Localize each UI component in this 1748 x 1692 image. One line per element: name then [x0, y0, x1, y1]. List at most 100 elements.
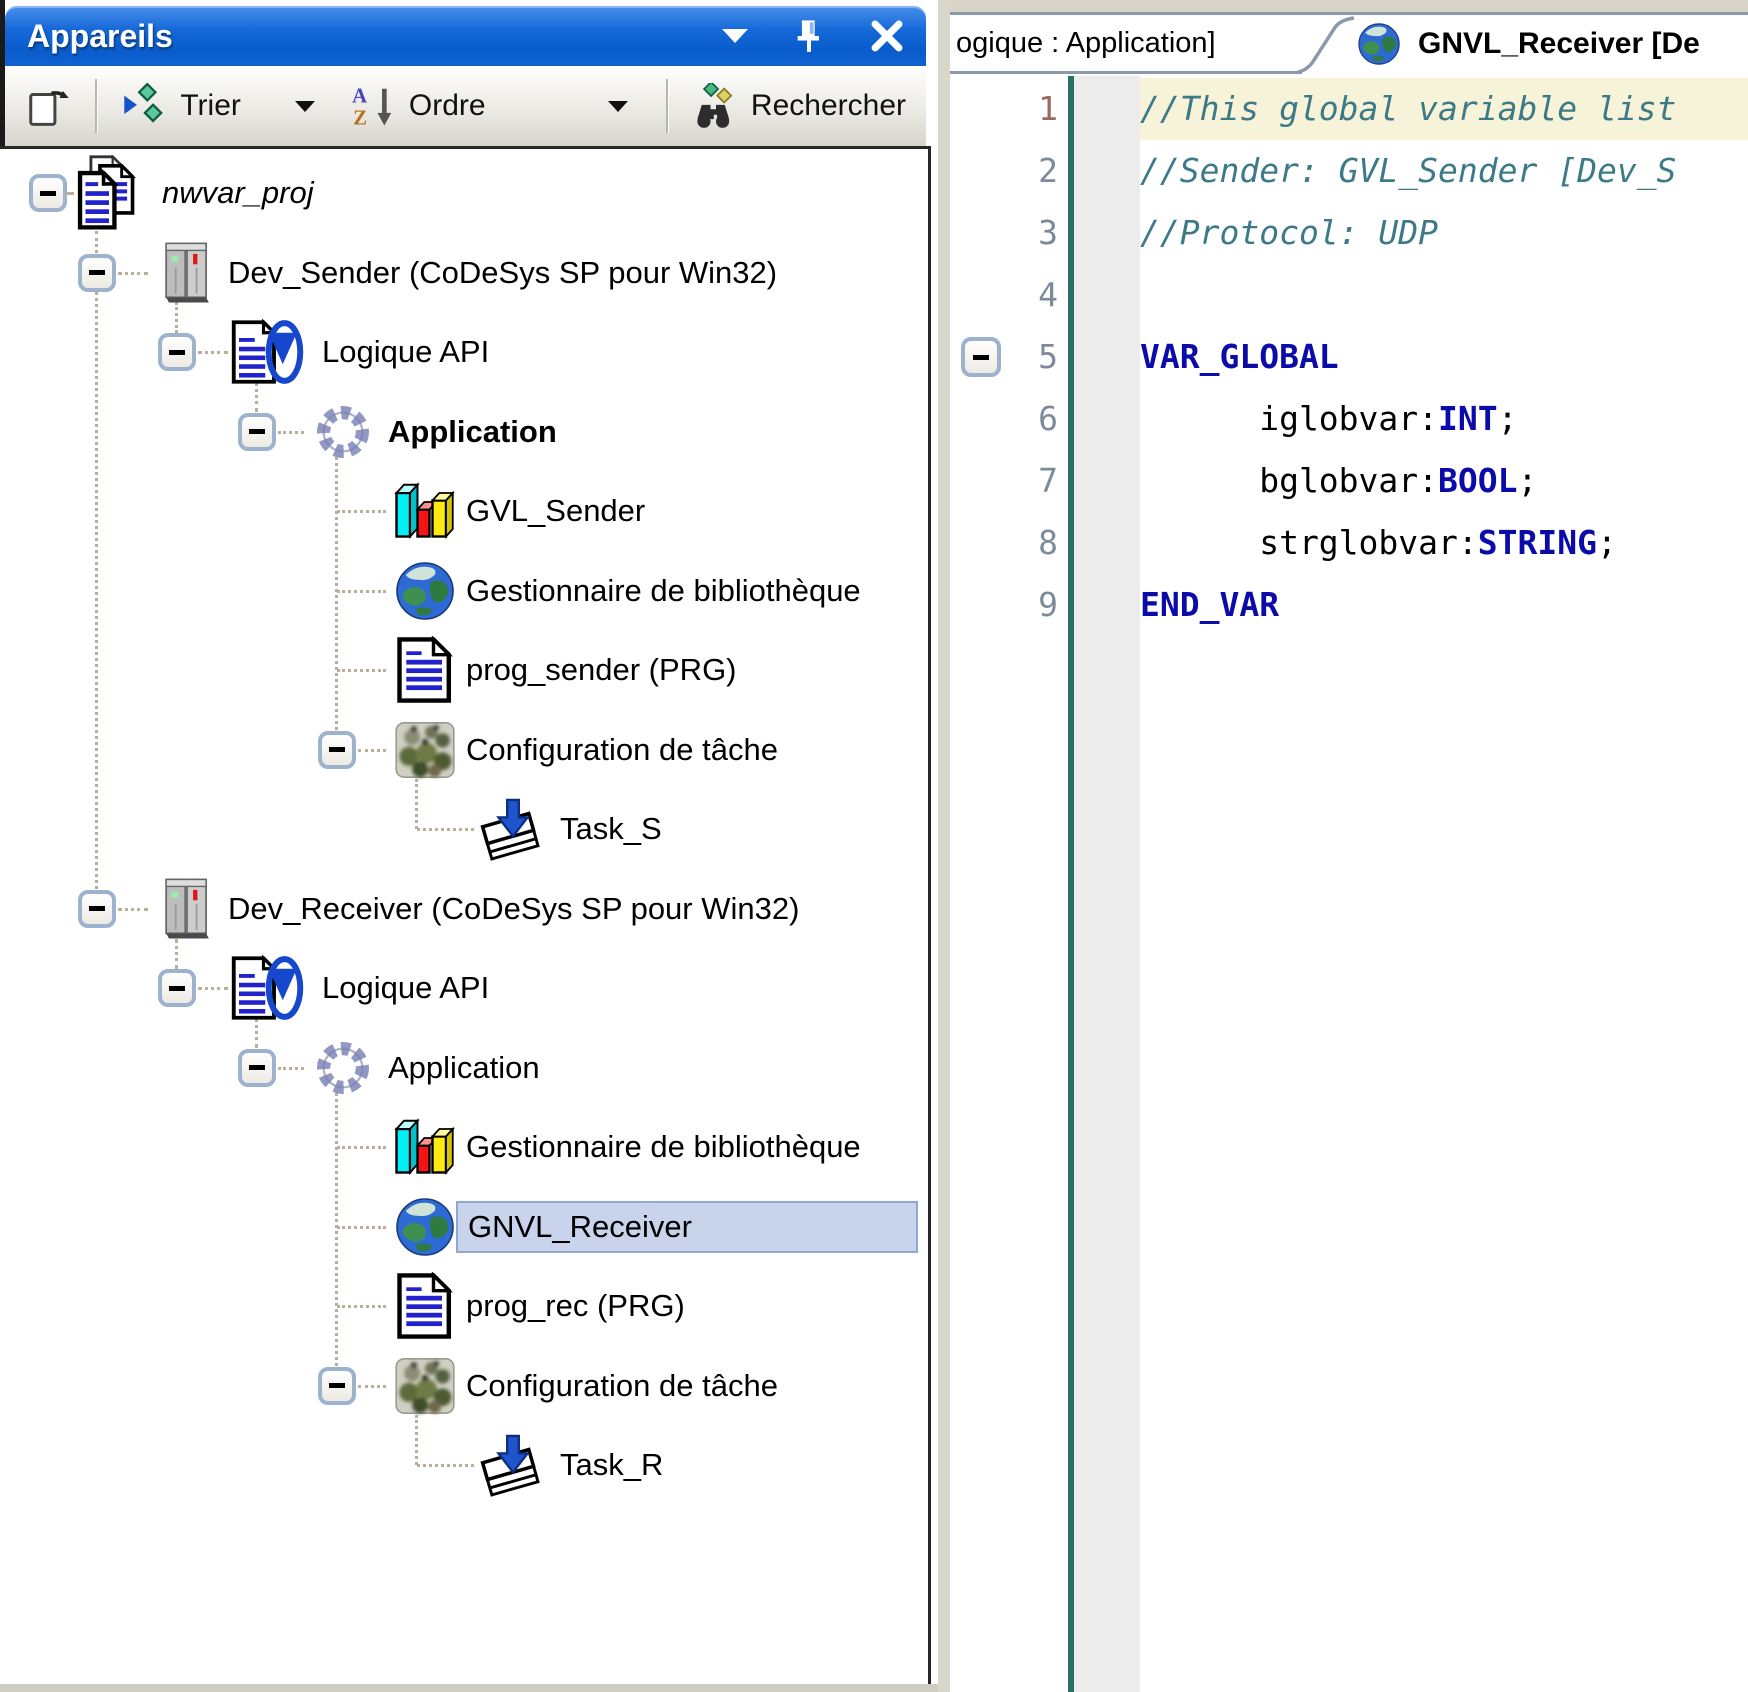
tree-item-label[interactable]: Logique API	[312, 328, 499, 376]
editor-panel: ogique : Application] GNVL_Receiver [De …	[938, 0, 1748, 1692]
order-dropdown-icon[interactable]	[608, 101, 628, 112]
gear-icon[interactable]	[306, 1030, 380, 1106]
search-button[interactable]: Rechercher	[683, 77, 916, 135]
bar-chart-icon[interactable]	[388, 473, 462, 549]
code-text[interactable]: //Protocol: UDP	[1140, 202, 1748, 264]
collapse-toggle-icon[interactable]	[318, 731, 356, 769]
tree-item-label[interactable]: GVL_Sender	[456, 487, 655, 535]
tree-connector-stub	[358, 1385, 386, 1388]
code-text[interactable]: bglobvar:BOOL;	[1140, 450, 1748, 512]
tree-connector-stub	[69, 192, 70, 195]
tree-item-label[interactable]: Task_S	[550, 805, 672, 853]
pin-icon[interactable]	[792, 16, 826, 56]
globe-icon	[1356, 21, 1402, 67]
tree-item-dev-receiver-codesys-sp-pour-win32: Dev_Receiver (CoDeSys SP pour Win32)	[0, 869, 924, 949]
globe-icon[interactable]	[388, 553, 462, 629]
tree-item-label[interactable]: Dev_Sender (CoDeSys SP pour Win32)	[218, 249, 787, 297]
tree-item-label[interactable]: nwvar_proj	[152, 169, 324, 217]
tree-connector-stub	[337, 669, 386, 672]
collapse-toggle-icon[interactable]	[238, 1049, 276, 1087]
task-icon[interactable]	[476, 1427, 550, 1503]
tree-connector-stub	[278, 431, 304, 434]
sort-dropdown-icon[interactable]	[295, 101, 315, 112]
close-icon[interactable]	[870, 19, 904, 53]
collapse-toggle-icon[interactable]	[318, 1367, 356, 1405]
tree-item-label[interactable]: prog_sender (PRG)	[456, 646, 747, 694]
tree-item-label[interactable]: Configuration de tâche	[456, 1362, 788, 1410]
code-segment-plain: iglobvar:	[1140, 399, 1438, 438]
code-line-7[interactable]: 7 bglobvar:BOOL;	[950, 450, 1748, 512]
code-text[interactable]	[1140, 264, 1748, 326]
devices-panel-titlebar[interactable]: Appareils	[5, 6, 926, 66]
tree-connector-stub	[417, 1464, 474, 1467]
collapse-toggle-icon[interactable]	[78, 890, 116, 928]
collapse-toggle-icon[interactable]	[158, 969, 196, 1007]
tree-connector-stub	[278, 1067, 304, 1070]
tree-connector-stub	[417, 828, 474, 831]
tree-item-label[interactable]: prog_rec (PRG)	[456, 1282, 695, 1330]
tab-gnvl-receiver[interactable]: GNVL_Receiver [De	[1356, 15, 1748, 72]
tree-item-label[interactable]: Gestionnaire de bibliothèque	[456, 1123, 871, 1171]
tree-item-label[interactable]: Gestionnaire de bibliothèque	[456, 567, 871, 615]
tab-label: GNVL_Receiver [De	[1418, 27, 1700, 61]
order-button[interactable]: AZ Ordre	[341, 77, 638, 135]
tab-logique-application[interactable]: ogique : Application]	[950, 15, 1306, 72]
code-text[interactable]: //This global variable list	[1140, 78, 1748, 140]
devices-tree: nwvar_proj Dev_Sender (CoDeSys SP pour Wi…	[0, 146, 931, 1684]
toolbar-separator	[95, 79, 98, 133]
code-line-1[interactable]: 1//This global variable list	[950, 78, 1748, 140]
code-line-5[interactable]: 5VAR_GLOBAL	[950, 326, 1748, 388]
document-icon[interactable]	[388, 632, 462, 708]
tree-item-label[interactable]: Dev_Receiver (CoDeSys SP pour Win32)	[218, 885, 809, 933]
gear-icon[interactable]	[306, 394, 380, 470]
device-icon[interactable]	[150, 871, 224, 947]
project-docs-icon[interactable]	[72, 155, 146, 231]
line-number: 4	[950, 264, 1058, 326]
code-line-4[interactable]: 4	[950, 264, 1748, 326]
device-icon[interactable]	[150, 235, 224, 311]
tree-item-label[interactable]: Application	[378, 1044, 550, 1092]
sort-button-label: Trier	[180, 89, 241, 123]
code-line-8[interactable]: 8 strglobvar:STRING;	[950, 512, 1748, 574]
tree-item-nwvar-proj: nwvar_proj	[0, 153, 924, 233]
globe-icon[interactable]	[388, 1189, 462, 1265]
search-binoculars-icon	[693, 83, 739, 129]
code-line-3[interactable]: 3 //Protocol: UDP	[950, 202, 1748, 264]
code-line-2[interactable]: 2//Sender: GVL_Sender [Dev_S	[950, 140, 1748, 202]
search-button-label: Rechercher	[751, 89, 906, 123]
code-segment-keyword: STRING	[1478, 523, 1597, 562]
task-config-icon[interactable]	[388, 712, 462, 788]
panel-menu-dropdown-icon[interactable]	[722, 29, 748, 43]
task-config-icon[interactable]	[388, 1348, 462, 1424]
collapse-toggle-icon[interactable]	[238, 413, 276, 451]
document-icon[interactable]	[388, 1268, 462, 1344]
line-number: 8	[950, 512, 1058, 574]
order-az-icon: AZ	[351, 83, 397, 129]
tree-connector-stub	[337, 510, 386, 513]
tree-item-label[interactable]: Application	[378, 408, 567, 456]
code-editor[interactable]: 1//This global variable list2//Sender: G…	[950, 76, 1748, 1692]
refresh-document-button[interactable]	[15, 77, 81, 135]
sort-button[interactable]: Trier	[112, 77, 325, 135]
code-line-6[interactable]: 6 iglobvar:INT;	[950, 388, 1748, 450]
tree-item-label[interactable]: Logique API	[312, 964, 499, 1012]
tree-item-label[interactable]: Configuration de tâche	[456, 726, 788, 774]
tree-item-gestionnaire-de-biblioth-que: Gestionnaire de bibliothèque	[0, 1107, 924, 1187]
collapse-toggle-icon[interactable]	[158, 333, 196, 371]
tree-item-logique-api: Logique API	[0, 312, 924, 392]
tree-item-label[interactable]: Task_R	[550, 1441, 673, 1489]
code-text[interactable]: END_VAR	[1140, 574, 1748, 636]
collapse-toggle-icon[interactable]	[29, 174, 67, 212]
code-line-9[interactable]: 9END_VAR	[950, 574, 1748, 636]
code-text[interactable]: //Sender: GVL_Sender [Dev_S	[1140, 140, 1748, 202]
line-number: 3	[950, 202, 1058, 264]
code-text[interactable]: strglobvar:STRING;	[1140, 512, 1748, 574]
bar-chart-icon[interactable]	[388, 1109, 462, 1185]
plc-logic-icon[interactable]	[230, 950, 304, 1026]
tree-item-label[interactable]: GNVL_Receiver	[456, 1201, 918, 1253]
code-text[interactable]: VAR_GLOBAL	[1140, 326, 1748, 388]
task-icon[interactable]	[476, 791, 550, 867]
code-text[interactable]: iglobvar:INT;	[1140, 388, 1748, 450]
collapse-toggle-icon[interactable]	[78, 254, 116, 292]
plc-logic-icon[interactable]	[230, 314, 304, 390]
